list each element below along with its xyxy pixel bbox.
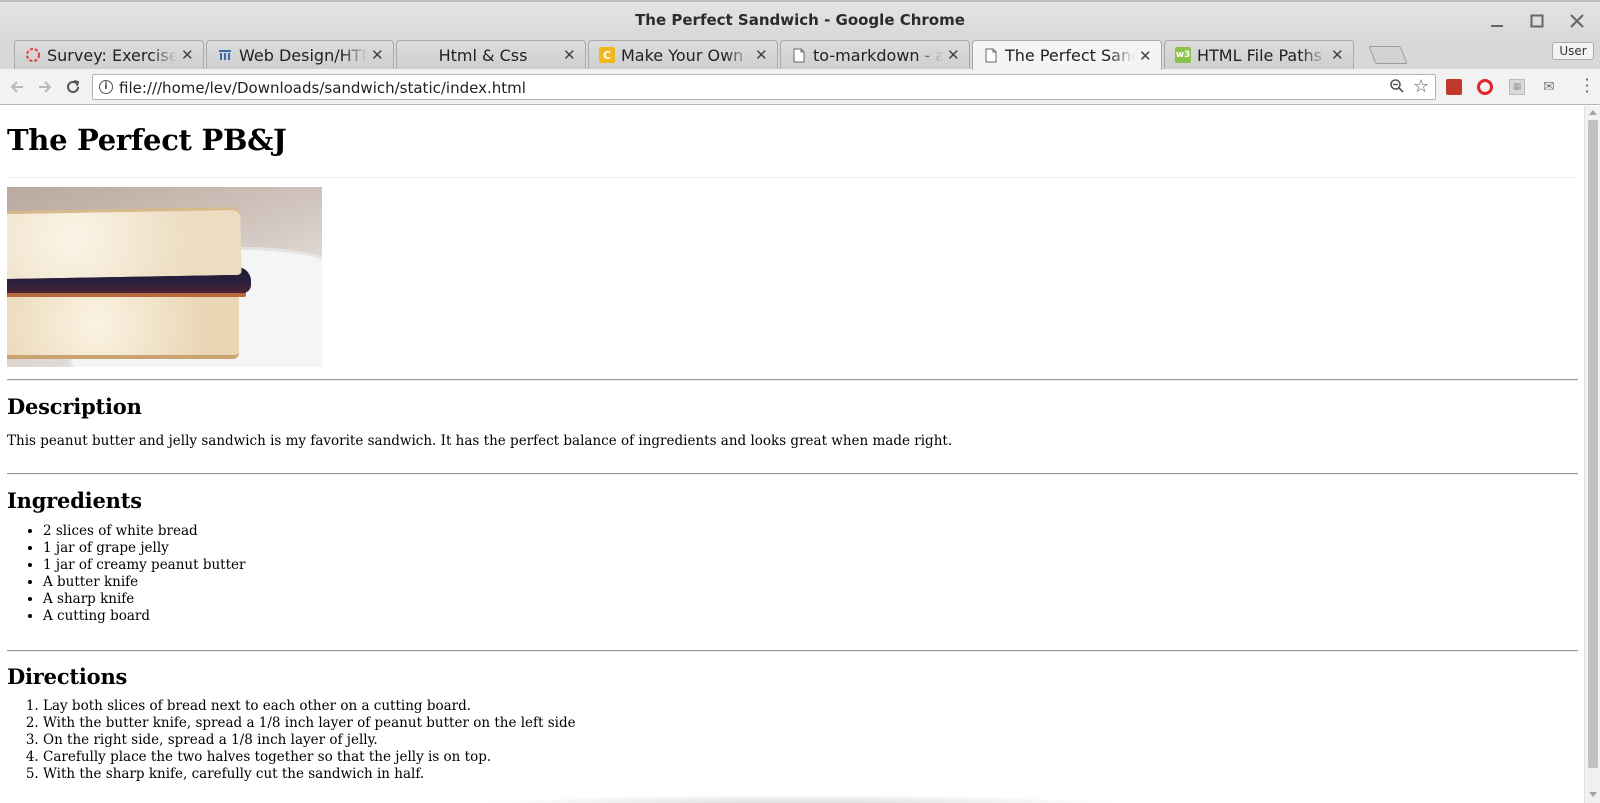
close-tab-icon[interactable]: ✕ bbox=[181, 46, 195, 64]
zoom-icon[interactable] bbox=[1389, 78, 1405, 98]
close-tab-icon[interactable]: ✕ bbox=[947, 46, 961, 64]
address-bar[interactable]: i file:///home/lev/Downloads/sandwich/st… bbox=[92, 74, 1436, 100]
close-tab-icon[interactable]: ✕ bbox=[1139, 47, 1153, 65]
list-item: Carefully place the two halves together … bbox=[43, 749, 576, 766]
page-viewport: The Perfect PB&J Description This peanut… bbox=[0, 106, 1584, 803]
ingredients-list: 2 slices of white bread 1 jar of grape j… bbox=[43, 523, 245, 625]
document-icon bbox=[983, 48, 999, 64]
list-item: A cutting board bbox=[43, 608, 245, 625]
section-divider bbox=[7, 379, 1578, 381]
bookmark-star-icon[interactable]: ☆ bbox=[1413, 76, 1429, 97]
scroll-down-icon[interactable] bbox=[1589, 792, 1597, 797]
maximize-icon[interactable] bbox=[1524, 8, 1550, 34]
directions-list: Lay both slices of bread next to each ot… bbox=[43, 698, 576, 783]
extension-book-icon[interactable] bbox=[1446, 79, 1462, 95]
window-titlebar: The Perfect Sandwich - Google Chrome bbox=[0, 0, 1600, 38]
close-tab-icon[interactable]: ✕ bbox=[755, 46, 769, 64]
web-design-icon bbox=[217, 47, 233, 63]
extension-opera-icon[interactable] bbox=[1477, 79, 1493, 95]
forward-icon[interactable] bbox=[34, 76, 56, 98]
tab-perfect-sandwich[interactable]: The Perfect Sandwich ✕ bbox=[972, 40, 1162, 70]
tab-html-file-paths[interactable]: w3 HTML File Paths ✕ bbox=[1164, 40, 1354, 69]
reload-icon[interactable] bbox=[62, 76, 84, 98]
list-item: A butter knife bbox=[43, 574, 245, 591]
profile-button[interactable]: User bbox=[1552, 42, 1594, 60]
tab-to-markdown[interactable]: to-markdown - an ✕ bbox=[780, 40, 970, 69]
list-item: A sharp knife bbox=[43, 591, 245, 608]
list-item: With the sharp knife, carefully cut the … bbox=[43, 766, 576, 783]
url-text[interactable]: file:///home/lev/Downloads/sandwich/stat… bbox=[119, 79, 526, 97]
tab-label: Make Your Own M bbox=[621, 45, 751, 65]
list-item: With the butter knife, spread a 1/8 inch… bbox=[43, 715, 576, 732]
site-info-icon[interactable]: i bbox=[99, 80, 113, 94]
scroll-up-icon[interactable] bbox=[1589, 110, 1597, 115]
close-tab-icon[interactable]: ✕ bbox=[1331, 46, 1345, 64]
description-heading: Description bbox=[7, 394, 142, 419]
download-bar-shadow bbox=[460, 794, 1140, 803]
back-icon[interactable] bbox=[6, 76, 28, 98]
tab-label: Html & Css bbox=[438, 45, 528, 65]
section-divider bbox=[7, 650, 1578, 652]
list-item: Lay both slices of bread next to each ot… bbox=[43, 698, 576, 715]
title-divider bbox=[7, 177, 1578, 178]
list-item: On the right side, spread a 1/8 inch lay… bbox=[43, 732, 576, 749]
tab-label: Survey: Exercises bbox=[47, 45, 177, 65]
new-tab-button[interactable] bbox=[1368, 46, 1408, 64]
tab-survey[interactable]: Survey: Exercises ✕ bbox=[14, 40, 204, 69]
tab-label: to-markdown - an bbox=[813, 45, 943, 65]
close-window-icon[interactable] bbox=[1564, 8, 1590, 34]
extension-grid-icon[interactable]: ▦ bbox=[1509, 79, 1525, 95]
menu-icon[interactable]: · · · bbox=[1580, 72, 1594, 100]
tab-label: HTML File Paths bbox=[1197, 45, 1322, 65]
directions-heading: Directions bbox=[7, 664, 128, 689]
tab-label: Web Design/HTML bbox=[239, 45, 367, 65]
browser-toolbar: i file:///home/lev/Downloads/sandwich/st… bbox=[0, 69, 1600, 105]
tab-strip: Survey: Exercises ✕ Web Design/HTML ✕ Ht… bbox=[0, 38, 1600, 70]
close-tab-icon[interactable]: ✕ bbox=[563, 46, 577, 64]
ingredients-heading: Ingredients bbox=[7, 488, 142, 513]
tab-html-css[interactable]: Html & Css ✕ bbox=[396, 40, 586, 69]
tab-label: The Perfect Sandwich bbox=[1005, 46, 1135, 65]
w3schools-icon: w3 bbox=[1175, 47, 1191, 63]
minimize-icon[interactable] bbox=[1484, 8, 1510, 34]
description-text: This peanut butter and jelly sandwich is… bbox=[7, 433, 953, 449]
tab-web-design[interactable]: Web Design/HTML ✕ bbox=[206, 40, 394, 69]
list-item: 1 jar of grape jelly bbox=[43, 540, 245, 557]
scrollbar-thumb[interactable] bbox=[1588, 120, 1598, 768]
list-item: 2 slices of white bread bbox=[43, 523, 245, 540]
window-title: The Perfect Sandwich - Google Chrome bbox=[635, 11, 965, 29]
page-title: The Perfect PB&J bbox=[7, 123, 287, 157]
extension-mail-icon[interactable]: ✉ bbox=[1541, 79, 1557, 95]
close-tab-icon[interactable]: ✕ bbox=[371, 46, 385, 64]
document-icon bbox=[791, 47, 807, 63]
list-item: 1 jar of creamy peanut butter bbox=[43, 557, 245, 574]
codecademy-icon: C bbox=[599, 47, 615, 63]
survey-icon bbox=[25, 47, 41, 63]
section-divider bbox=[7, 473, 1578, 475]
sandwich-image bbox=[7, 187, 322, 367]
tab-make-your-own[interactable]: C Make Your Own M ✕ bbox=[588, 40, 778, 69]
page-scrollbar[interactable] bbox=[1584, 106, 1600, 803]
